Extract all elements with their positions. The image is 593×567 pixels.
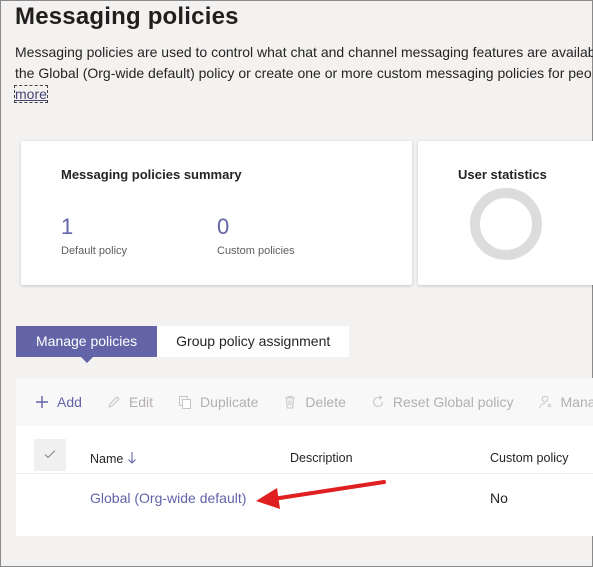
description-line-2: the Global (Org-wide default) policy or … bbox=[15, 65, 592, 81]
user-statistics-title: User statistics bbox=[458, 167, 547, 182]
user-statistics-donut-chart bbox=[470, 188, 542, 260]
manage-users-label: Mana bbox=[560, 394, 593, 410]
duplicate-button[interactable]: Duplicate bbox=[159, 378, 258, 426]
column-name-label: Name bbox=[90, 452, 124, 466]
custom-policies-count: 0 bbox=[217, 214, 230, 239]
sort-down-arrow-icon bbox=[127, 452, 137, 466]
reset-global-policy-label: Reset Global policy bbox=[392, 394, 514, 410]
edit-button[interactable]: Edit bbox=[88, 378, 153, 426]
summary-card-title: Messaging policies summary bbox=[61, 167, 242, 182]
column-header-description[interactable]: Description bbox=[290, 451, 353, 465]
duplicate-label: Duplicate bbox=[200, 394, 259, 410]
policy-name-link[interactable]: Global (Org-wide default) bbox=[90, 490, 246, 506]
add-label: Add bbox=[57, 394, 82, 410]
default-policy-label: Default policy bbox=[61, 245, 128, 257]
add-button[interactable]: Add bbox=[16, 378, 82, 426]
default-policy-count: 1 bbox=[61, 214, 74, 239]
description-line-1: Messaging policies are used to control w… bbox=[15, 44, 593, 60]
column-header-custom-policy[interactable]: Custom policy bbox=[490, 451, 569, 465]
custom-policy-value: No bbox=[490, 490, 508, 506]
page-title: Messaging policies bbox=[15, 3, 239, 30]
delete-label: Delete bbox=[305, 394, 346, 410]
tab-group-policy-assignment[interactable]: Group policy assignment bbox=[157, 326, 350, 357]
custom-policies-label: Custom policies bbox=[217, 245, 295, 257]
column-header-name[interactable]: Name bbox=[90, 451, 137, 466]
reset-global-policy-button[interactable]: Reset Global policy bbox=[352, 378, 514, 426]
summary-card: Messaging policies summary 1 Default pol… bbox=[21, 141, 412, 285]
policy-tabs: Manage policies Group policy assignment bbox=[16, 326, 350, 363]
select-all-checkbox[interactable] bbox=[34, 439, 66, 471]
trash-icon bbox=[282, 394, 298, 410]
duplicate-icon bbox=[177, 394, 193, 410]
more-link[interactable]: more bbox=[14, 85, 48, 103]
red-annotation-arrow bbox=[256, 480, 386, 509]
user-statistics-card: User statistics bbox=[418, 141, 593, 285]
policies-toolbar: Add Edit Duplicate Delete Reset Global p… bbox=[16, 378, 593, 426]
page-description: Messaging policies are used to control w… bbox=[14, 42, 593, 105]
manage-users-icon bbox=[538, 394, 554, 410]
checkmark-icon bbox=[43, 447, 57, 464]
plus-icon bbox=[34, 394, 50, 410]
reset-icon bbox=[370, 394, 386, 410]
tab-manage-policies[interactable]: Manage policies bbox=[16, 326, 158, 363]
table-header-row: Name Description Custom policy bbox=[16, 436, 593, 474]
pencil-icon bbox=[106, 394, 122, 410]
edit-label: Edit bbox=[128, 394, 154, 410]
manage-users-button[interactable]: Mana bbox=[520, 378, 593, 426]
delete-button[interactable]: Delete bbox=[264, 378, 346, 426]
